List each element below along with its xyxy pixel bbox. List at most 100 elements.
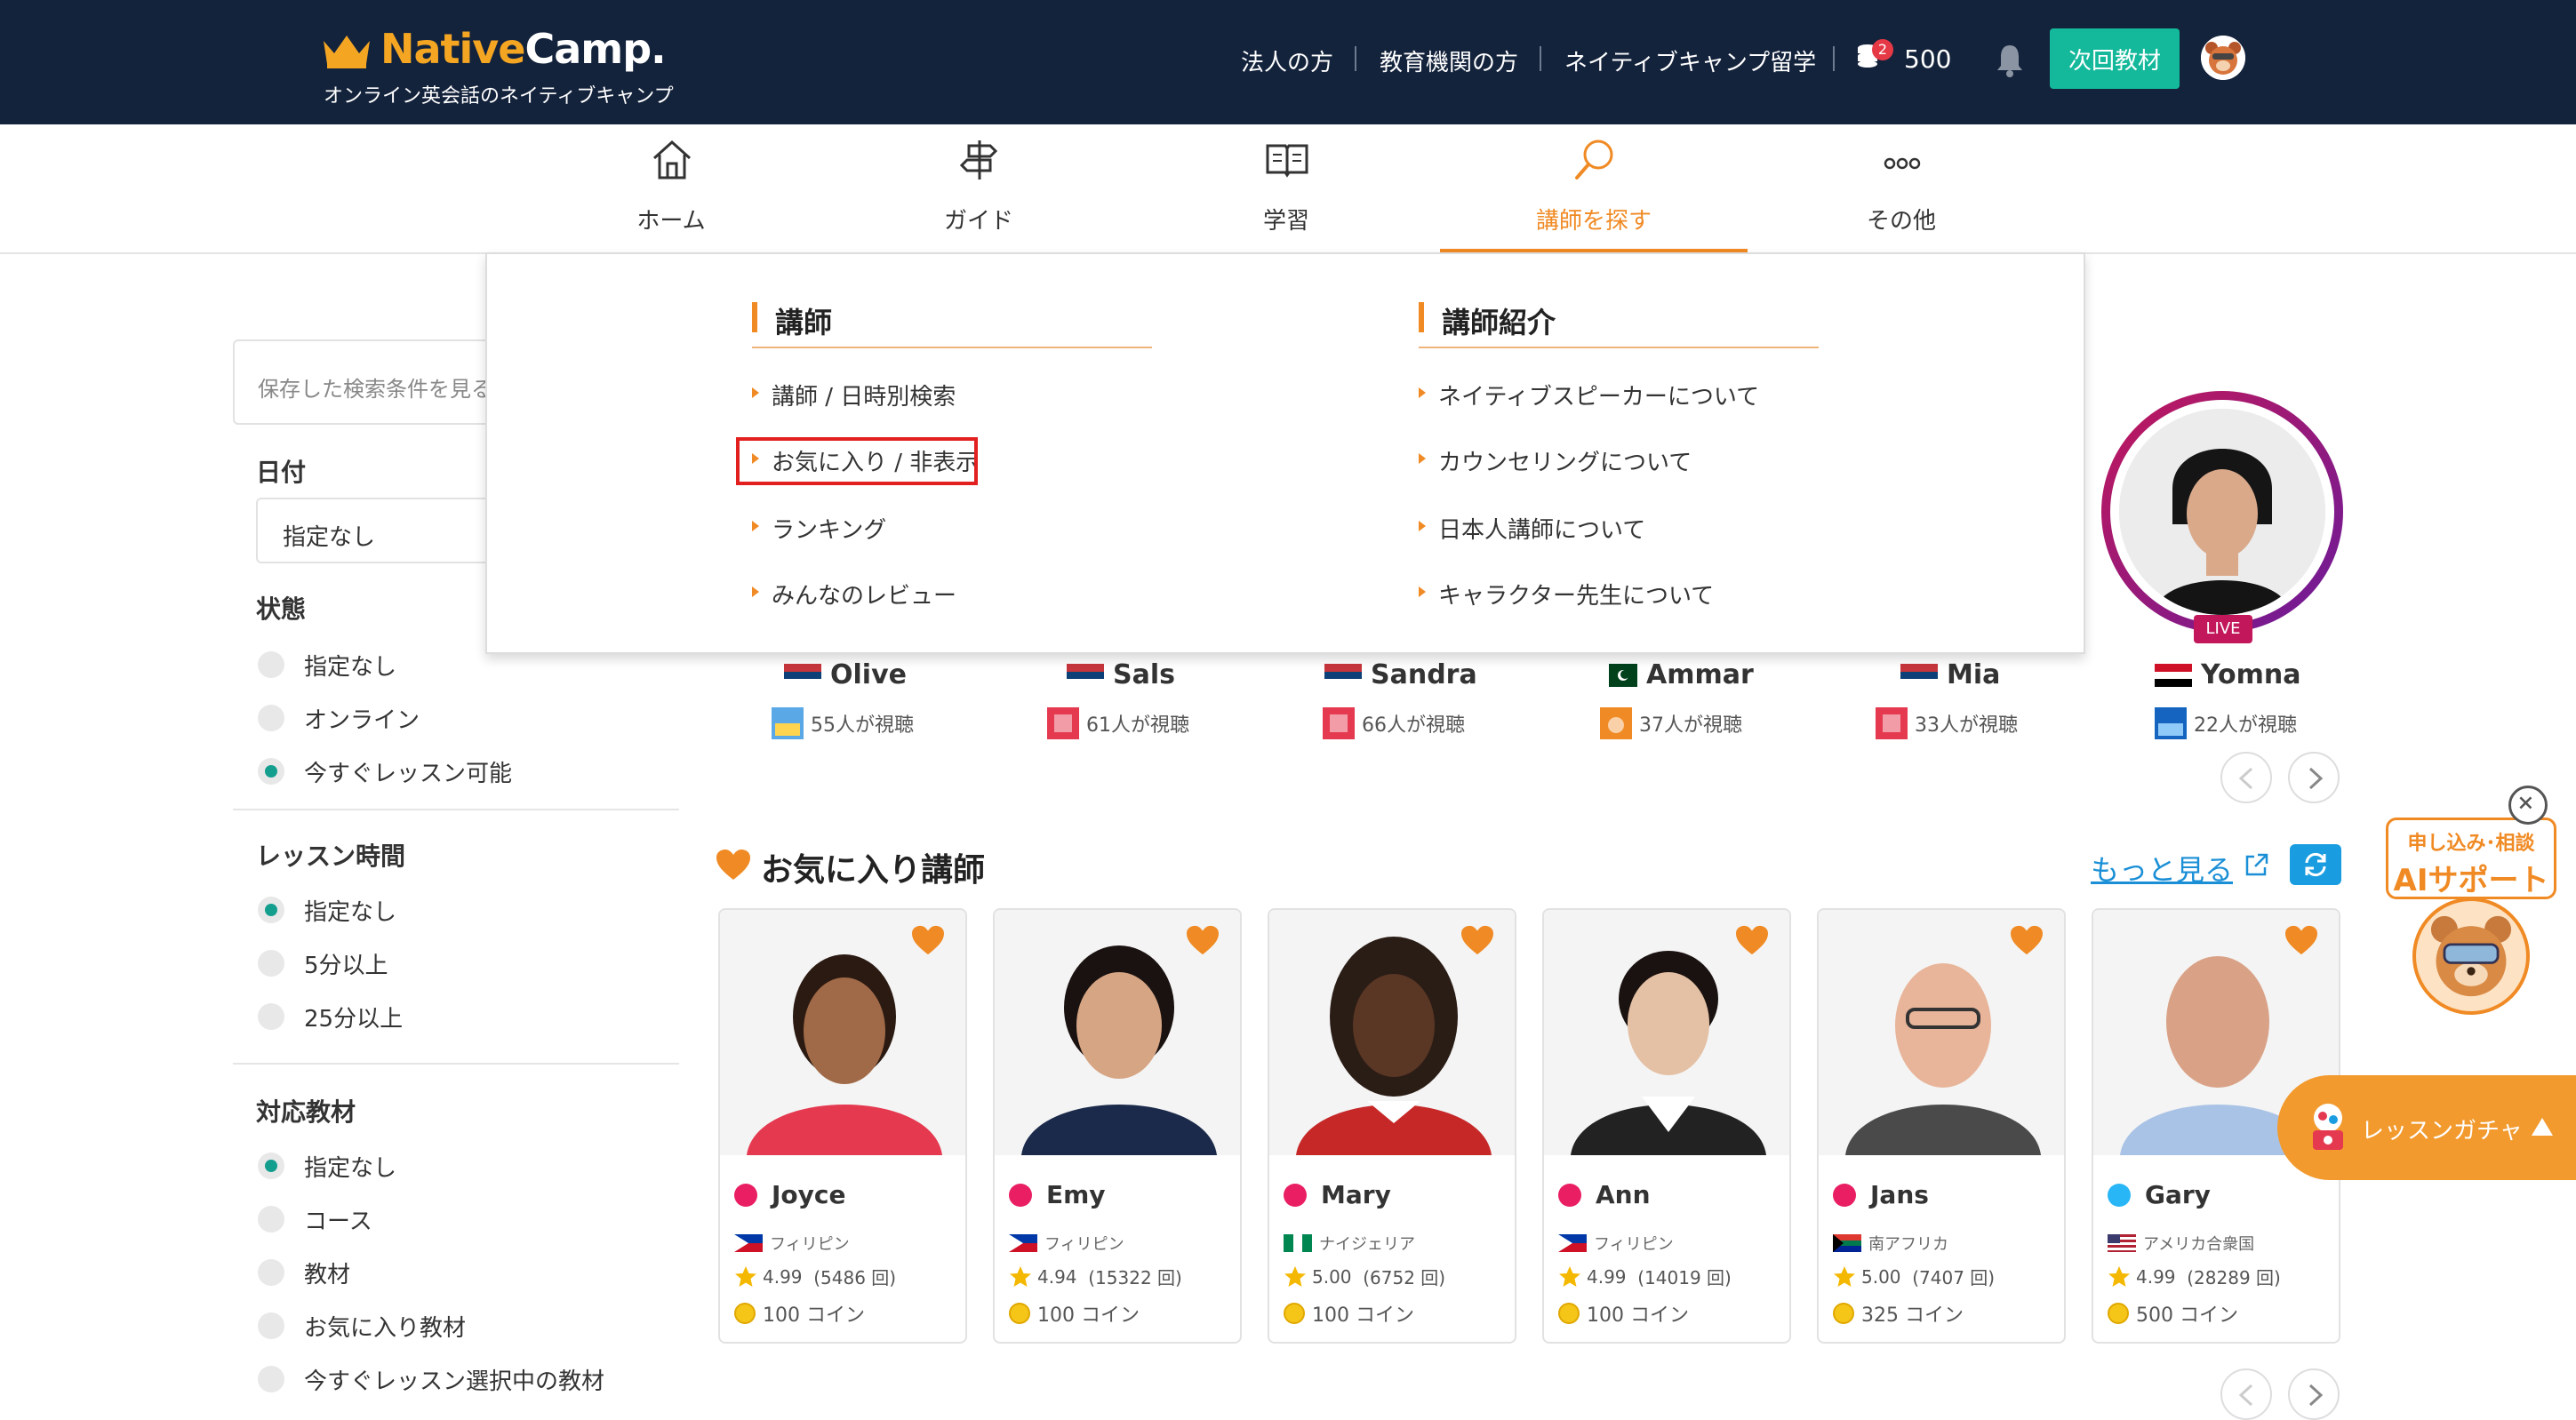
- live-next-button[interactable]: [2288, 752, 2340, 803]
- material-option-favorite[interactable]: お気に入り教材: [258, 1308, 466, 1344]
- teacher-rating: 4.99 (5486 回): [734, 1264, 896, 1289]
- menu-item-character-teachers[interactable]: キャラクター先生について: [1419, 578, 1714, 610]
- teacher-name: Ann: [1596, 1180, 1651, 1209]
- material-option-current[interactable]: 今すぐレッスン選択中の教材: [258, 1361, 604, 1397]
- coin-count[interactable]: 500: [1904, 44, 1951, 74]
- header-divider: [1833, 46, 1835, 71]
- nav-home[interactable]: ホーム: [517, 124, 825, 254]
- live-teacher-name[interactable]: Yomna: [2155, 659, 2300, 690]
- live-prev-button[interactable]: [2220, 752, 2272, 803]
- status-dot: [2108, 1184, 2131, 1207]
- favorite-heart-icon[interactable]: [2284, 924, 2319, 956]
- live-teacher-name[interactable]: Olive: [784, 659, 907, 690]
- teacher-coins: 500 コイン: [2108, 1299, 2238, 1328]
- teacher-country: 南アフリカ: [1833, 1232, 1948, 1255]
- radio-button[interactable]: [258, 1312, 284, 1339]
- radio-button[interactable]: [258, 1003, 284, 1030]
- star-icon: [1284, 1265, 1306, 1287]
- external-link-icon[interactable]: [2244, 851, 2270, 878]
- live-teacher-name[interactable]: Sals: [1067, 659, 1175, 690]
- education-link[interactable]: 教育機関の方: [1380, 44, 1518, 77]
- radio-button[interactable]: [258, 1206, 284, 1233]
- lesson-time-option-none[interactable]: 指定なし: [258, 892, 396, 928]
- nav-more[interactable]: その他: [1748, 124, 2055, 254]
- dropdown-heading-intro: 講師紹介: [1419, 300, 1556, 341]
- favorites-prev-button[interactable]: [2220, 1368, 2272, 1420]
- menu-item-native-speakers[interactable]: ネイティブスピーカーについて: [1419, 379, 1759, 411]
- status-dot: [1009, 1184, 1032, 1207]
- status-heading: 状態: [256, 594, 307, 624]
- teacher-name: Emy: [1046, 1180, 1106, 1209]
- teacher-card[interactable]: Jans 南アフリカ 5.00 (7407 回) 325 コイン: [1817, 908, 2066, 1344]
- teacher-card[interactable]: Emy フィリピン 4.94 (15322 回) 100 コイン: [993, 908, 1242, 1344]
- teacher-country: フィリピン: [734, 1232, 850, 1255]
- teacher-card[interactable]: Ann フィリピン 4.99 (14019 回) 100 コイン: [1542, 908, 1791, 1344]
- radio-button[interactable]: [258, 1366, 284, 1392]
- dropdown-divider: [752, 347, 1152, 348]
- menu-item-reviews[interactable]: みんなのレビュー: [752, 578, 956, 610]
- status-option-available-now[interactable]: 今すぐレッスン可能: [258, 754, 512, 789]
- material-heading: 対応教材: [256, 1097, 356, 1127]
- sidebar-divider: [233, 1063, 679, 1065]
- nav-study[interactable]: 学習: [1132, 124, 1440, 254]
- live-teacher-name[interactable]: Mia: [1900, 659, 2000, 690]
- user-avatar[interactable]: [2201, 36, 2245, 80]
- saved-search-button[interactable]: 保存した検索条件を見る: [233, 339, 517, 425]
- nav-find-teacher[interactable]: 講師を探す: [1440, 124, 1748, 256]
- bell-icon[interactable]: [1995, 43, 2025, 78]
- logo-text[interactable]: NativeCamp.: [380, 25, 667, 73]
- favorites-next-button[interactable]: [2288, 1368, 2340, 1420]
- teacher-card[interactable]: Joyce フィリピン 4.99 (5486 回) 100 コイン: [718, 908, 967, 1344]
- star-icon: [1010, 1265, 1031, 1287]
- date-select[interactable]: 指定なし: [256, 498, 523, 563]
- teacher-card[interactable]: Mary ナイジェリア 5.00 (6752 回) 100 コイン: [1268, 908, 1516, 1344]
- live-teacher-photo[interactable]: [2119, 409, 2325, 615]
- favorite-heart-icon[interactable]: [1185, 924, 1220, 956]
- ai-support-button[interactable]: 申し込み･相談 AIサポート: [2386, 818, 2556, 899]
- lesson-time-option-5min[interactable]: 5分以上: [258, 945, 388, 981]
- radio-button[interactable]: [258, 758, 284, 785]
- material-option-none[interactable]: 指定なし: [258, 1148, 396, 1184]
- star-icon: [2108, 1265, 2130, 1287]
- see-more-link[interactable]: もっと見る: [2091, 848, 2233, 889]
- menu-item-teacher-search[interactable]: 講師 / 日時別検索: [752, 379, 956, 411]
- teacher-coins: 100 コイン: [1558, 1299, 1689, 1328]
- header-divider: [1540, 46, 1541, 71]
- menu-item-counseling[interactable]: カウンセリングについて: [1419, 444, 1692, 477]
- lesson-time-option-25min[interactable]: 25分以上: [258, 999, 403, 1034]
- radio-button[interactable]: [258, 1259, 284, 1286]
- radio-button[interactable]: [258, 705, 284, 731]
- material-thumbnail-icon: [1600, 707, 1632, 739]
- live-badge: LIVE: [2194, 615, 2252, 643]
- menu-item-ranking[interactable]: ランキング: [752, 512, 886, 545]
- study-abroad-link[interactable]: ネイティブキャンプ留学: [1564, 44, 1816, 77]
- live-teacher-name[interactable]: Ammar: [1600, 659, 1754, 690]
- menu-item-japanese-teachers[interactable]: 日本人講師について: [1419, 512, 1645, 545]
- radio-button[interactable]: [258, 950, 284, 977]
- status-option-online[interactable]: オンライン: [258, 700, 420, 736]
- usa-flag-icon: [2108, 1234, 2136, 1252]
- corporate-link[interactable]: 法人の方: [1241, 44, 1333, 77]
- ai-support-close-button[interactable]: [2508, 786, 2548, 825]
- radio-button[interactable]: [258, 651, 284, 678]
- header-divider: [1355, 46, 1356, 71]
- favorite-heart-icon[interactable]: [1734, 924, 1770, 956]
- home-icon: [652, 140, 692, 179]
- material-option-course[interactable]: コース: [258, 1201, 372, 1237]
- status-option-none[interactable]: 指定なし: [258, 647, 396, 682]
- caret-up-icon[interactable]: [2530, 1114, 2555, 1139]
- next-material-button[interactable]: 次回教材: [2050, 28, 2180, 89]
- refresh-button[interactable]: [2290, 844, 2341, 885]
- favorite-heart-icon[interactable]: [910, 924, 946, 956]
- coin-icon: [734, 1303, 756, 1324]
- favorite-heart-icon[interactable]: [2009, 924, 2044, 956]
- favorite-heart-icon[interactable]: [1460, 924, 1495, 956]
- nav-guide[interactable]: ガイド: [825, 124, 1132, 254]
- ai-bear-mascot[interactable]: [2412, 897, 2530, 1015]
- live-teacher-name[interactable]: Sandra: [1324, 659, 1477, 690]
- top-header: NativeCamp. オンライン英会話のネイティブキャンプ 法人の方 教育機関…: [0, 0, 2576, 124]
- radio-button[interactable]: [258, 897, 284, 923]
- radio-button[interactable]: [258, 1153, 284, 1179]
- teacher-rating: 5.00 (7407 回): [1833, 1264, 1995, 1289]
- material-option-material[interactable]: 教材: [258, 1255, 350, 1290]
